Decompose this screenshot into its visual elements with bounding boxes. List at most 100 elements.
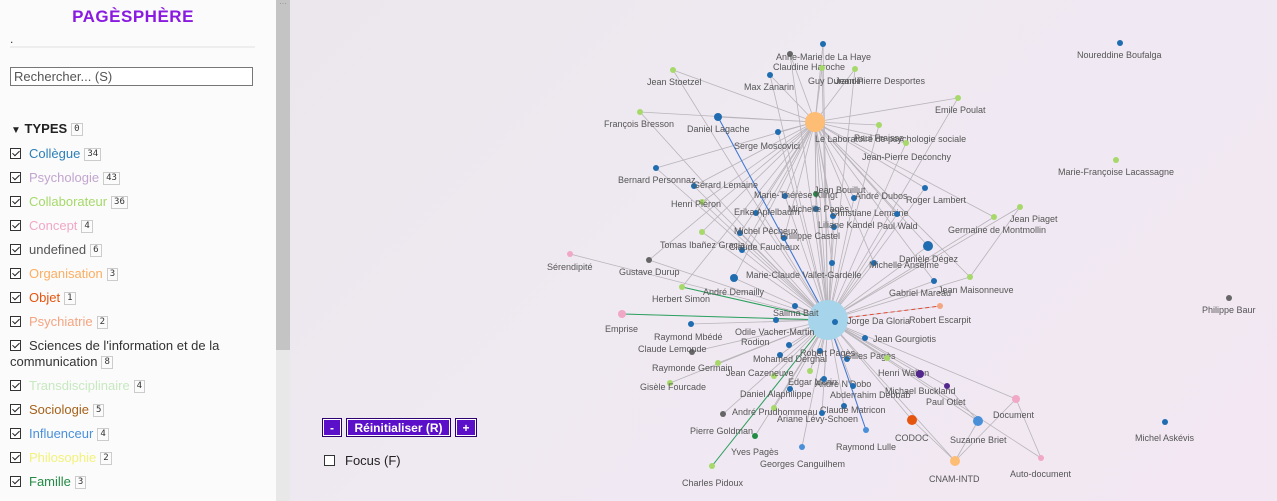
graph-node-label[interactable]: Rodion (741, 337, 770, 347)
type-row[interactable]: Sociologie 5 (10, 402, 265, 418)
type-row[interactable]: Influenceur 4 (10, 426, 265, 442)
graph-node[interactable] (767, 72, 773, 78)
type-row[interactable]: Psychologie 43 (10, 170, 265, 186)
graph-node[interactable] (922, 185, 928, 191)
graph-node-label[interactable]: Erika Apfelbaum (734, 207, 800, 217)
graph-node[interactable] (646, 257, 652, 263)
graph-node-label[interactable]: Gustave Durup (619, 267, 680, 277)
graph-node[interactable] (1113, 157, 1119, 163)
graph-node[interactable] (773, 317, 779, 323)
graph-node[interactable] (567, 251, 573, 257)
graph-node-label[interactable]: Jean Piaget (1010, 214, 1058, 224)
graph-node-label[interactable]: CNAM-INTD (929, 474, 980, 484)
collapse-triangle-icon[interactable]: ▼ (11, 125, 21, 136)
graph-node[interactable] (903, 140, 909, 146)
graph-node[interactable] (944, 383, 950, 389)
graph-node[interactable] (884, 355, 890, 361)
graph-node[interactable] (805, 112, 825, 132)
graph-node[interactable] (720, 411, 726, 417)
type-checkbox[interactable] (10, 244, 21, 255)
graph-node-label[interactable]: Daniel Lagache (687, 124, 750, 134)
types-header[interactable]: ▼ TYPES 0 (11, 121, 83, 137)
graph-node-label[interactable]: Paul Fraisse (854, 133, 904, 143)
graph-node[interactable] (894, 211, 900, 217)
graph-node-label[interactable]: Philippe Castel (780, 231, 840, 241)
graph-node[interactable] (799, 444, 805, 450)
graph-node-label[interactable]: Germaine de Montmollin (948, 225, 1046, 235)
graph-node-label[interactable]: Suzanne Briet (950, 435, 1007, 445)
type-checkbox[interactable] (10, 340, 21, 351)
graph-node-label[interactable]: Pierre Goldman (690, 426, 753, 436)
graph-node[interactable] (819, 65, 825, 71)
graph-node[interactable] (1012, 395, 1020, 403)
graph-node-label[interactable]: François Bresson (604, 119, 674, 129)
graph-node-label[interactable]: Emile Poulat (935, 105, 986, 115)
type-checkbox[interactable] (10, 172, 21, 183)
type-row[interactable]: Famille 3 (10, 474, 265, 490)
graph-node-label[interactable]: Jean Cazeneuve (726, 368, 794, 378)
graph-node[interactable] (699, 229, 705, 235)
graph-node-label[interactable]: Gisèle Fourcade (640, 382, 706, 392)
graph-node-label[interactable]: Roger Lambert (906, 195, 967, 205)
graph-node-label[interactable]: Raymond Mbédé (654, 332, 723, 342)
graph-node-label[interactable]: Yves Pagès (731, 447, 779, 457)
graph-node-label[interactable]: Jean-Pierre Deconchy (862, 152, 952, 162)
graph-node-label[interactable]: Mohamed Derghal (753, 354, 827, 364)
graph-node[interactable] (688, 321, 694, 327)
graph-node-label[interactable]: Daniel Alaphilippe (740, 389, 812, 399)
graph-node[interactable] (786, 342, 792, 348)
graph-node-label[interactable]: Auto-document (1010, 469, 1072, 479)
graph-node-label[interactable]: Ariane Lévy-Schoen (777, 414, 858, 424)
graph-node-label[interactable]: Max Zanarin (744, 82, 794, 92)
graph-node[interactable] (637, 109, 643, 115)
type-checkbox[interactable] (10, 404, 21, 415)
graph-node-label[interactable]: Paul Otlet (926, 397, 966, 407)
type-checkbox[interactable] (10, 268, 21, 279)
graph-node[interactable] (714, 113, 722, 121)
graph-node-label[interactable]: Charles Pidoux (682, 478, 744, 488)
graph-node-label[interactable]: Salima Bait (773, 308, 819, 318)
graph-node-label[interactable]: Georges Canguilhem (760, 459, 845, 469)
graph-node-label[interactable]: Claudine Haroche (773, 62, 845, 72)
type-checkbox[interactable] (10, 380, 21, 391)
graph-node-label[interactable]: André Demailly (703, 287, 765, 297)
graph-node[interactable] (1226, 295, 1232, 301)
graph-node[interactable] (907, 415, 917, 425)
graph-node[interactable] (950, 456, 960, 466)
type-checkbox[interactable] (10, 148, 21, 159)
graph-node[interactable] (709, 463, 715, 469)
graph-node-label[interactable]: Jean Gourgiotis (873, 334, 937, 344)
type-checkbox[interactable] (10, 220, 21, 231)
graph-node[interactable] (862, 335, 868, 341)
graph-node[interactable] (973, 416, 983, 426)
graph-node-label[interactable]: Document (993, 410, 1035, 420)
graph-node[interactable] (752, 433, 758, 439)
type-row[interactable]: Organisation 3 (10, 266, 265, 282)
graph-node[interactable] (807, 368, 813, 374)
graph-node[interactable] (863, 427, 869, 433)
type-row[interactable]: Psychiatrie 2 (10, 314, 265, 330)
graph-node-label[interactable]: Robert Escarpit (909, 315, 972, 325)
graph-node-label[interactable]: Noureddine Boufalga (1077, 50, 1162, 60)
graph-node[interactable] (923, 241, 933, 251)
reset-button[interactable]: Réinitialiser (R) (346, 418, 451, 437)
zoom-in-button[interactable]: + (455, 418, 477, 437)
graph-node[interactable] (852, 66, 858, 72)
type-row[interactable]: Objet 1 (10, 290, 265, 306)
type-row[interactable]: Concept 4 (10, 218, 265, 234)
graph-node-label[interactable]: Philippe Baur (1202, 305, 1256, 315)
graph-node[interactable] (730, 274, 738, 282)
graph-node[interactable] (618, 310, 626, 318)
type-checkbox[interactable] (10, 476, 21, 487)
graph-node-label[interactable]: Henri Piéron (671, 199, 721, 209)
graph-node-label[interactable]: André N'Dobo (815, 379, 871, 389)
sidebar-scrollbar-thumb[interactable] (276, 0, 290, 350)
graph-node-label[interactable]: Herbert Simon (652, 294, 710, 304)
graph-node-label[interactable]: Serge Moscovici (734, 141, 800, 151)
graph-node[interactable] (916, 370, 924, 378)
graph-node[interactable] (1117, 40, 1123, 46)
type-row[interactable]: Collaborateur 36 (10, 194, 265, 210)
type-checkbox[interactable] (10, 196, 21, 207)
graph-node[interactable] (775, 129, 781, 135)
search-input[interactable] (10, 67, 253, 86)
